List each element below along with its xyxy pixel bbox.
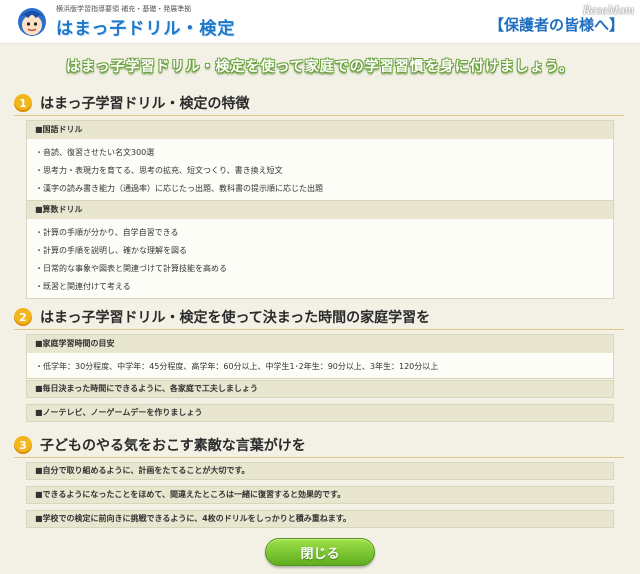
page-banner: はまっ子学習ドリル・検定を使って家庭での学習習慣を身に付けましょう。 xyxy=(66,59,574,75)
section-number-badge: 2 xyxy=(14,308,32,326)
panel-heading: ■算数ドリル xyxy=(27,201,613,219)
main-content: はまっ子学習ドリル・検定を使って家庭での学習習慣を身に付けましょう。 1 はまっ… xyxy=(0,44,640,574)
note-row: ■ノーテレビ、ノーゲームデーを作りましょう xyxy=(26,404,614,422)
section-3-header: 3 子どものやる気をおこす素敵な言葉がけを xyxy=(14,434,306,456)
section-divider xyxy=(14,329,624,330)
section-title: はまっ子学習ドリル・検定の特徴 xyxy=(40,96,250,112)
watermark-logo: ReseMom xyxy=(582,2,634,17)
mascot-logo-icon xyxy=(18,8,46,36)
sansu-drill-panel: ■算数ドリル ・計算の手順が分かり、自学自習できる ・計算の手順を説明し、確かな… xyxy=(26,200,614,299)
panel-heading: ■国語ドリル xyxy=(27,121,613,139)
list-item: ・音読、復習させたい名文300選 xyxy=(35,148,155,157)
logo-subtitle: 横浜版学習指導要領 補充・基礎・発展準拠 xyxy=(56,5,192,13)
top-header: 横浜版学習指導要領 補充・基礎・発展準拠 はまっ子ドリル・検定 【保護者の皆様へ… xyxy=(0,0,640,44)
list-item: ・低学年：30分程度、中学年：45分程度、高学年：60分以上、中学生1･2年生：… xyxy=(35,362,439,371)
section-title: はまっ子学習ドリル・検定を使って決まった時間の家庭学習を xyxy=(40,310,431,326)
list-item: ・日常的な事象や図表と関連づけて計算技能を高める xyxy=(35,264,227,273)
feature-list: ・低学年：30分程度、中学年：45分程度、高学年：60分以上、中学生1･2年生：… xyxy=(27,353,613,378)
note-row: ■できるようになったことをほめて、間違えたところは一緒に復習すると効果的です。 xyxy=(26,486,614,504)
feature-list: ・計算の手順が分かり、自学自習できる ・計算の手順を説明し、確かな理解を図る ・… xyxy=(27,219,613,298)
note-row: ■自分で取り組めるように、計画をたてることが大切です。 xyxy=(26,462,614,480)
section-divider xyxy=(14,457,624,458)
close-button[interactable]: 閉じる xyxy=(265,538,375,566)
list-item: ・計算の手順を説明し、確かな理解を図る xyxy=(35,246,187,255)
list-item: ・既習と関連付けて考える xyxy=(35,282,131,291)
section-number-badge: 3 xyxy=(14,436,32,454)
section-divider xyxy=(14,115,624,116)
logo-title: はまっ子ドリル・検定 xyxy=(56,19,236,39)
note-row: ■毎日決まった時間にできるように、各家庭で工夫しましょう xyxy=(26,380,614,398)
section-title: 子どものやる気をおこす素敵な言葉がけを xyxy=(40,438,306,454)
kokugo-drill-panel: ■国語ドリル ・音読、復習させたい名文300選 ・思考力・表現力を育てる、思考の… xyxy=(26,120,614,201)
note-row: ■学校での検定に前向きに挑戦できるように、4枚のドリルをしっかりと積み重ねます。 xyxy=(26,510,614,528)
section-2-header: 2 はまっ子学習ドリル・検定を使って決まった時間の家庭学習を xyxy=(14,306,430,328)
feature-list: ・音読、復習させたい名文300選 ・思考力・表現力を育てる、思考の拡充、短文つく… xyxy=(27,139,613,200)
section-1-header: 1 はまっ子学習ドリル・検定の特徴 xyxy=(14,92,249,114)
panel-heading: ■家庭学習時間の目安 xyxy=(27,335,613,353)
section-number-badge: 1 xyxy=(14,94,32,112)
study-time-panel: ■家庭学習時間の目安 ・低学年：30分程度、中学年：45分程度、高学年：60分以… xyxy=(26,334,614,379)
list-item: ・思考力・表現力を育てる、思考の拡充、短文つくり、書き換え短文 xyxy=(35,166,283,175)
list-item: ・計算の手順が分かり、自学自習できる xyxy=(35,228,179,237)
list-item: ・漢字の読み書き能力（通過率）に応じたっ出題、教科書の提示順に応じた出題 xyxy=(35,184,323,193)
